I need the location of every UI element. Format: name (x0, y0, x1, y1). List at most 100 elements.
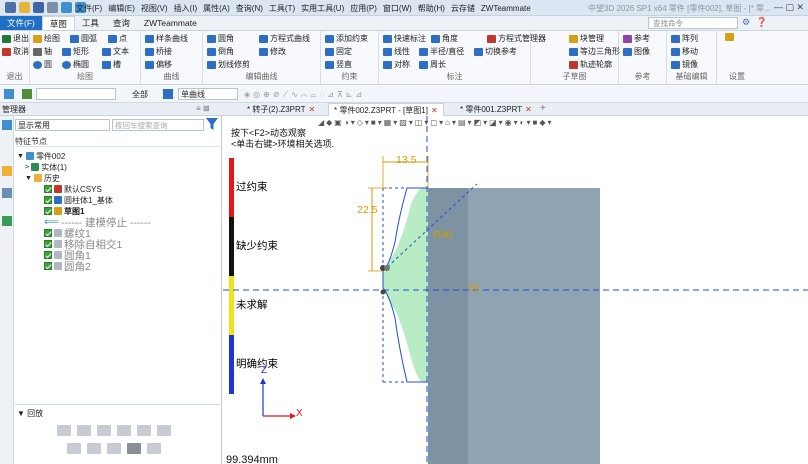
stop-arrow-icon[interactable]: ⟸ (44, 216, 59, 228)
linear-button[interactable]: 线性 (383, 46, 410, 57)
menu-utilities[interactable]: 实用工具(U) (301, 3, 344, 14)
properties-icon[interactable] (2, 216, 12, 226)
move-button[interactable]: 移动 (671, 46, 698, 57)
collapse-icon[interactable]: ▼ (25, 175, 32, 182)
equation-manager-button[interactable]: 方程式管理器 (487, 33, 546, 44)
menu-insert[interactable]: 插入(I) (174, 3, 198, 14)
perimeter-button[interactable]: 周长 (419, 59, 446, 70)
rectangle-button[interactable]: 矩形 (62, 46, 89, 57)
undo-icon[interactable] (61, 2, 72, 13)
tab-inquire[interactable]: 查询 (106, 16, 137, 30)
tree-node-history[interactable]: ▼ 历史 (25, 173, 60, 183)
rewind-icon[interactable] (157, 425, 171, 436)
export-icon[interactable] (107, 443, 121, 454)
layer-icon[interactable] (22, 89, 32, 99)
filter-icon[interactable] (206, 118, 218, 131)
draw-button[interactable]: 绘图 (33, 33, 60, 44)
workplane-icon[interactable] (4, 89, 14, 99)
visibility-checkbox[interactable] (44, 207, 52, 215)
collapse-icon[interactable]: ▼ (17, 153, 24, 160)
fix-button[interactable]: 固定 (325, 46, 352, 57)
close-icon[interactable]: ✕ (525, 105, 532, 114)
layer-select[interactable] (36, 88, 116, 100)
vertical-button[interactable]: 竖直 (325, 59, 352, 70)
tab-sketch[interactable]: 草图 (41, 16, 75, 30)
save-icon[interactable] (33, 2, 44, 13)
draw-pen-icon[interactable] (87, 443, 101, 454)
doc-tab-part001[interactable]: * 零件001.Z3PRT ✕ (455, 103, 537, 116)
axis-button[interactable]: 轴 (33, 46, 52, 57)
settings-icon[interactable]: ⚙ (742, 17, 750, 28)
pattern-button[interactable]: 阵列 (671, 33, 698, 44)
dimension-width[interactable]: 13.5 (396, 154, 416, 166)
tree-node-root[interactable]: ▼ 零件002 (17, 151, 65, 161)
dimension-radius[interactable]: R30 (433, 229, 452, 241)
menu-cloud[interactable]: 云存储 (451, 3, 475, 14)
ellipse-button[interactable]: 椭圆 (62, 59, 89, 70)
menu-tools[interactable]: 工具(T) (269, 3, 295, 14)
equilateral-triangle-button[interactable]: 等边三角形 (569, 46, 620, 57)
open-file-icon[interactable] (19, 2, 30, 13)
panel-menu-icon[interactable]: ≡ ⊠ (196, 104, 210, 113)
sketch-scene[interactable] (223, 116, 808, 464)
window-controls[interactable]: — ▢ ✕ (774, 2, 804, 13)
dimension-height[interactable]: 22.5 (357, 204, 377, 216)
equation-curve-button[interactable]: 方程式曲线 (259, 33, 310, 44)
tree-node-csys[interactable]: 默认CSYS (44, 184, 102, 194)
curve-select[interactable]: 单曲线 (178, 88, 238, 100)
tab-tools[interactable]: 工具 (75, 16, 106, 30)
pick-filter-icon[interactable] (163, 89, 173, 99)
text-button[interactable]: 文本 (102, 46, 129, 57)
menu-window[interactable]: 窗口(W) (383, 3, 412, 14)
reference-button[interactable]: 参考 (623, 33, 650, 44)
new-file-icon[interactable] (5, 2, 16, 13)
cancel-button[interactable]: 取消 (2, 46, 29, 57)
offset-button[interactable]: 偏移 (145, 59, 172, 70)
filter-select[interactable]: 全部 (132, 89, 148, 100)
view-manager-icon[interactable] (2, 188, 12, 198)
visibility-checkbox[interactable] (44, 251, 52, 259)
symmetric-button[interactable]: 对称 (383, 59, 410, 70)
tree-node-fillet2[interactable]: 圆角2 (44, 261, 91, 273)
angle-button[interactable]: 角度 (431, 33, 458, 44)
settings-button[interactable] (725, 33, 736, 41)
menu-view[interactable]: 视图(V) (141, 3, 168, 14)
sketch-point[interactable] (384, 265, 390, 271)
step-forward-icon[interactable] (77, 425, 91, 436)
spline-button[interactable]: 样条曲线 (145, 33, 188, 44)
help-icon[interactable]: ❓ (756, 17, 767, 28)
radius-button[interactable]: 半径/直径 (419, 46, 464, 57)
save-as-icon[interactable] (47, 2, 58, 13)
chamfer-button[interactable]: 倒角 (207, 46, 234, 57)
sketch-point[interactable] (380, 289, 386, 295)
command-search-input[interactable]: 查找命令 (648, 17, 738, 29)
menu-file[interactable]: 文件(F) (76, 3, 102, 14)
tree-node-solids[interactable]: > 实体(1) (25, 162, 67, 172)
list-icon[interactable] (147, 443, 161, 454)
visibility-checkbox[interactable] (44, 229, 52, 237)
tab-file[interactable]: 文件(F) (0, 16, 42, 30)
slot-button[interactable]: 槽 (102, 59, 121, 70)
close-icon[interactable]: ✕ (431, 106, 438, 115)
arc-button[interactable]: 圆弧 (70, 33, 97, 44)
tree-search-input[interactable]: 按回车搜索查询 (112, 119, 204, 131)
tree-node-stop-marker[interactable]: ⟸ ------ 建模停止 ------ (44, 216, 151, 229)
doc-tab-rotor[interactable]: * 转子(2).Z3PRT ✕ (242, 103, 320, 116)
menu-attribute[interactable]: 属性(A) (203, 3, 230, 14)
visibility-checkbox[interactable] (44, 262, 52, 270)
fast-forward-icon[interactable] (137, 425, 151, 436)
step-over-icon[interactable] (97, 425, 111, 436)
menu-help[interactable]: 帮助(H) (418, 3, 445, 14)
play-icon[interactable] (57, 425, 71, 436)
visibility-checkbox[interactable] (44, 240, 52, 248)
menu-apps[interactable]: 应用(P) (350, 3, 377, 14)
bridge-button[interactable]: 桥接 (145, 46, 172, 57)
menu-inquire[interactable]: 查询(N) (236, 3, 263, 14)
visibility-checkbox[interactable] (44, 196, 52, 204)
circle-button[interactable]: 圆 (33, 59, 52, 70)
image-button[interactable]: 图像 (623, 46, 650, 57)
trim-button[interactable]: 划线修剪 (207, 59, 250, 70)
exit-button[interactable]: 退出 (2, 33, 29, 44)
switch-reference-button[interactable]: 切换参考 (474, 46, 517, 57)
fillet-button[interactable]: 圆角 (207, 33, 234, 44)
